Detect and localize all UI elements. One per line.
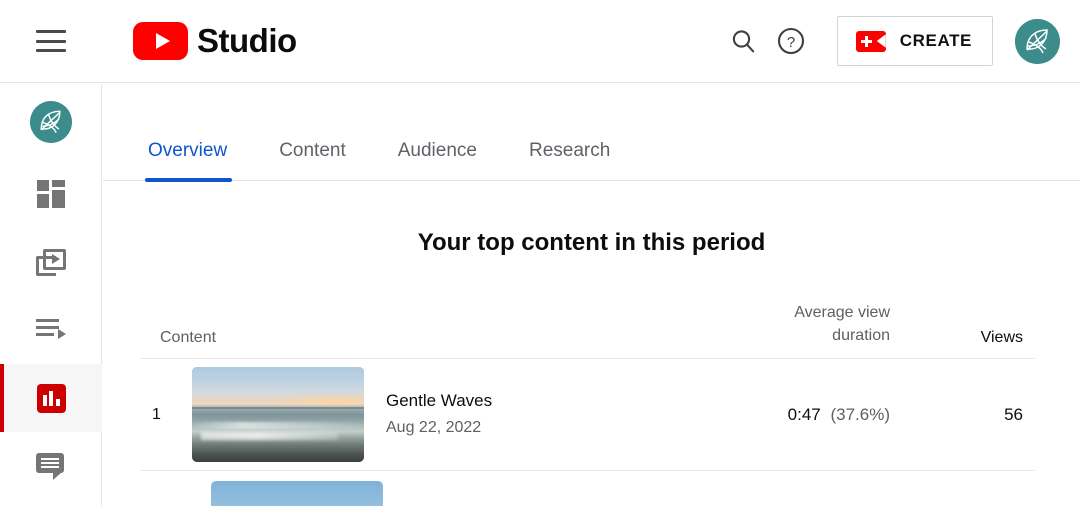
play-triangle [51, 254, 60, 264]
avd-line-1: Average view [794, 304, 890, 321]
search-glyph [732, 30, 755, 53]
bubble-line [41, 466, 59, 468]
chart-bar [49, 390, 53, 406]
plus-vertical [864, 35, 868, 47]
sidebar-item-content[interactable] [0, 228, 102, 296]
avd-line-2: duration [832, 327, 890, 344]
grid-cell [37, 180, 49, 191]
hamburger-line [36, 30, 66, 33]
avatar[interactable] [1015, 18, 1060, 64]
chart-bar [55, 398, 60, 406]
tab-overview[interactable]: Overview [144, 140, 233, 182]
sidebar-item-comments[interactable] [0, 432, 102, 500]
cell-avg-view-duration: 0:47 (37.6%) [700, 405, 890, 425]
top-content-table: Content Average view duration Views 1 Ge… [103, 301, 1080, 506]
column-header-content[interactable]: Content [140, 329, 700, 347]
table-row[interactable]: 1 Gentle Waves Aug 22, 2022 0:47 (37.6%)… [140, 359, 1035, 471]
dashboard-grid-icon [37, 180, 65, 208]
hamburger-line [36, 39, 66, 43]
sidebar-item-playlists[interactable] [0, 296, 102, 364]
video-meta: Gentle Waves Aug 22, 2022 [386, 389, 700, 440]
playlist-line [36, 319, 59, 322]
video-title[interactable]: Gentle Waves [386, 389, 700, 413]
avatar-leaf-glyph [30, 101, 72, 143]
grid-cell [52, 190, 65, 208]
horizon-line [192, 406, 364, 409]
avd-value: 0:47 [787, 404, 821, 424]
camera-notch [876, 34, 886, 48]
video-front-card [43, 248, 66, 270]
cell-views: 56 [1004, 404, 1023, 424]
channel-avatar-leaf-icon [1015, 18, 1060, 64]
play-triangle [58, 329, 66, 339]
wave-foam [192, 422, 364, 429]
video-thumbnail[interactable] [211, 481, 383, 506]
sidebar-item-channel-avatar[interactable] [0, 84, 102, 160]
top-header: Studio ? CREATE [0, 0, 1080, 83]
row-rank: 1 [152, 405, 161, 423]
play-triangle [155, 33, 170, 49]
bubble-line [41, 462, 59, 464]
tab-research[interactable]: Research [529, 140, 610, 180]
avd-percentage: (37.6%) [830, 404, 890, 424]
beach-sunset-image [192, 367, 364, 462]
help-circle-icon[interactable]: ? [767, 17, 815, 65]
create-button[interactable]: CREATE [836, 16, 993, 66]
youtube-logo-icon [133, 22, 188, 60]
sidebar-item-analytics[interactable] [0, 364, 102, 432]
playlist-line [36, 326, 59, 329]
grid-cell [37, 194, 49, 208]
tab-audience[interactable]: Audience [398, 140, 477, 180]
wave-foam [200, 431, 339, 441]
video-stack-icon [36, 248, 66, 276]
sidebar-item-dashboard[interactable] [0, 160, 102, 228]
header-actions: ? CREATE [719, 16, 1060, 66]
grid-cell [52, 180, 65, 187]
help-glyph: ? [777, 27, 804, 55]
svg-text:?: ? [787, 34, 795, 51]
chart-bar [42, 394, 47, 406]
comment-bubble-icon [36, 453, 66, 480]
table-row[interactable] [140, 471, 1035, 506]
brand-label: Studio [197, 22, 297, 59]
video-publish-date: Aug 22, 2022 [386, 419, 482, 436]
channel-avatar-leaf-icon [30, 101, 72, 143]
hamburger-menu-icon[interactable] [36, 30, 66, 52]
tab-content[interactable]: Content [279, 140, 346, 180]
column-header-views[interactable]: Views [890, 329, 1035, 347]
left-sidebar [0, 84, 102, 506]
table-header-row: Content Average view duration Views [140, 301, 1035, 359]
playlist-icon [36, 319, 66, 341]
page-title: Your top content in this period [417, 229, 766, 256]
bar-chart-icon [36, 383, 66, 413]
column-header-avg-view-duration[interactable]: Average view duration [700, 301, 890, 347]
bubble-tail [53, 472, 62, 480]
video-thumbnail[interactable] [192, 367, 364, 462]
playlist-line [36, 333, 54, 336]
create-label: CREATE [899, 31, 972, 50]
search-icon[interactable] [719, 17, 767, 65]
hamburger-line [36, 49, 66, 52]
main-content: Overview Content Audience Research Your … [103, 84, 1080, 506]
video-camera-plus-icon [855, 30, 886, 52]
studio-brand-link[interactable]: Studio [133, 22, 297, 60]
sunset-glow [269, 393, 364, 407]
bubble-line [41, 458, 59, 460]
analytics-tabs: Overview Content Audience Research [103, 84, 1080, 182]
